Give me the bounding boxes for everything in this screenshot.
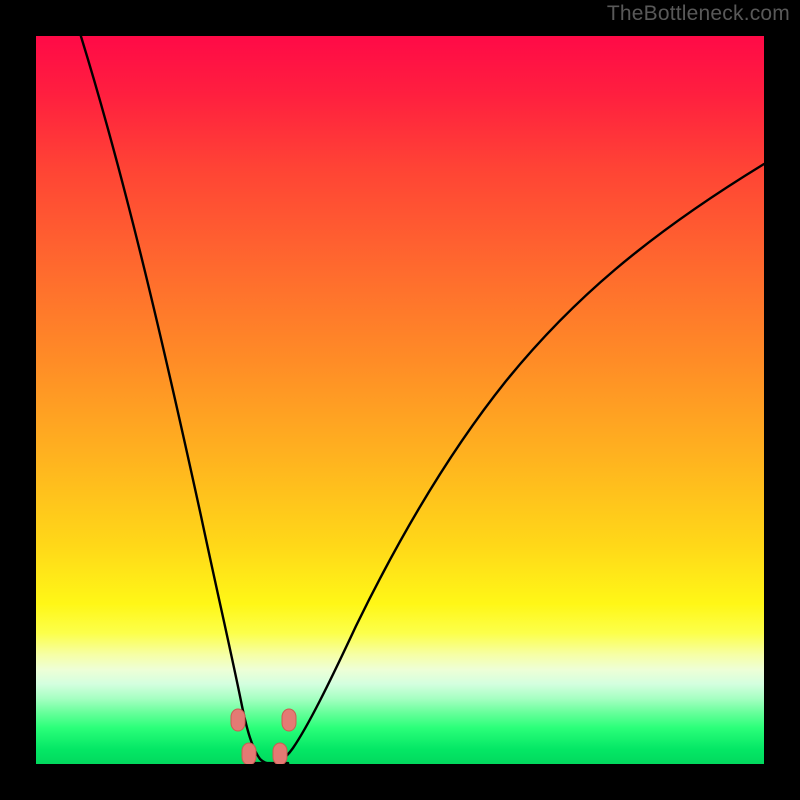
watermark-text: TheBottleneck.com (607, 2, 790, 26)
chart-frame: TheBottleneck.com (0, 0, 800, 800)
plot-area (36, 36, 764, 764)
gradient-background (36, 36, 764, 764)
